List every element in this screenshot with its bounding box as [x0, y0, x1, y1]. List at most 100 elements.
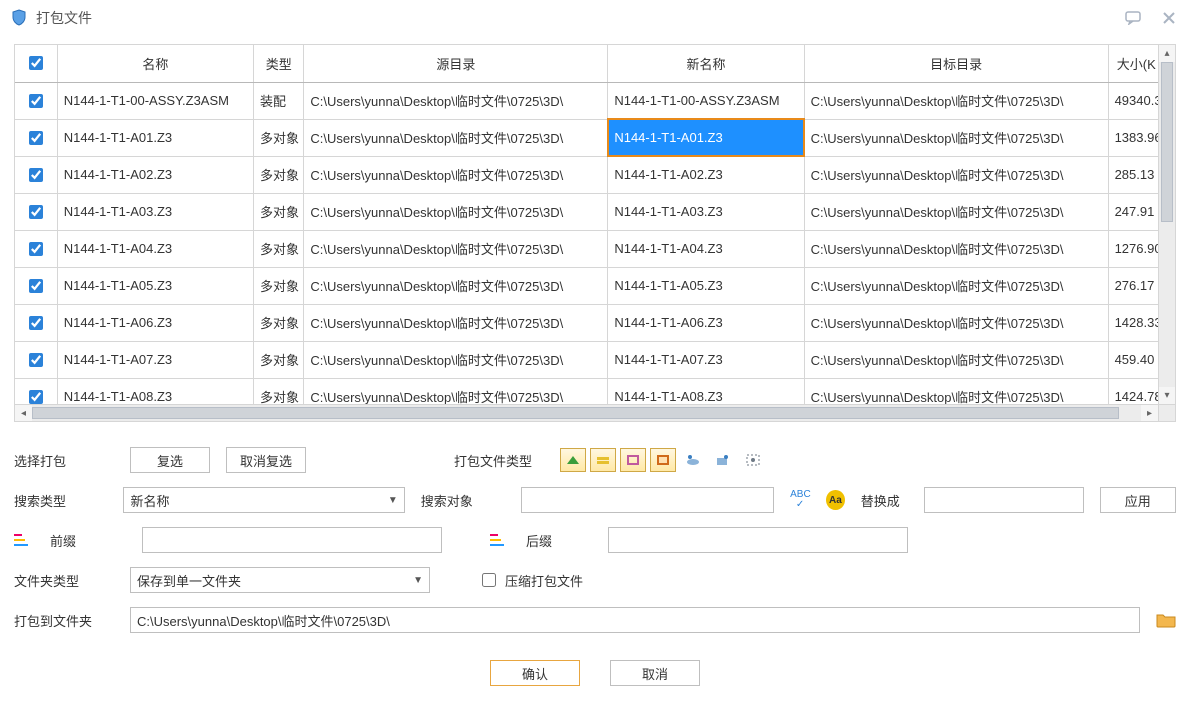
row-checkbox[interactable] — [29, 316, 43, 330]
cell-name[interactable]: N144-1-T1-A05.Z3 — [57, 267, 253, 304]
suffix-input[interactable] — [608, 527, 908, 553]
cell-type[interactable]: 多对象 — [254, 193, 304, 230]
cell-size[interactable]: 285.13 — [1108, 156, 1158, 193]
cell-dstdir[interactable]: C:\Users\yunna\Desktop\临时文件\0725\3D\ — [804, 304, 1108, 341]
cell-name[interactable]: N144-1-T1-A02.Z3 — [57, 156, 253, 193]
cell-newname[interactable]: N144-1-T1-A02.Z3 — [608, 156, 804, 193]
scroll-v-thumb[interactable] — [1161, 62, 1173, 222]
ok-button[interactable]: 确认 — [490, 660, 580, 686]
cell-srcdir[interactable]: C:\Users\yunna\Desktop\临时文件\0725\3D\ — [304, 230, 608, 267]
cell-size[interactable]: 247.91 — [1108, 193, 1158, 230]
vertical-scrollbar[interactable]: ▴ ▾ — [1158, 45, 1175, 404]
cell-type[interactable]: 多对象 — [254, 267, 304, 304]
cell-size[interactable]: 1276.90 — [1108, 230, 1158, 267]
row-checkbox[interactable] — [29, 94, 43, 108]
cell-type[interactable]: 多对象 — [254, 119, 304, 156]
cell-newname[interactable]: N144-1-T1-A06.Z3 — [608, 304, 804, 341]
cancel-reselect-button[interactable]: 取消复选 — [226, 447, 306, 473]
row-checkbox[interactable] — [29, 242, 43, 256]
reselect-button[interactable]: 复选 — [130, 447, 210, 473]
cell-dstdir[interactable]: C:\Users\yunna\Desktop\临时文件\0725\3D\ — [804, 378, 1108, 404]
cell-size[interactable]: 49340.3 — [1108, 82, 1158, 119]
replace-to-input[interactable] — [924, 487, 1084, 513]
row-checkbox[interactable] — [29, 131, 43, 145]
cell-name[interactable]: N144-1-T1-A08.Z3 — [57, 378, 253, 404]
cell-name[interactable]: N144-1-T1-A06.Z3 — [57, 304, 253, 341]
pack-type-4-icon[interactable] — [650, 448, 676, 472]
table-row[interactable]: N144-1-T1-A06.Z3多对象C:\Users\yunna\Deskto… — [15, 304, 1158, 341]
zip-checkbox[interactable] — [482, 573, 496, 587]
cell-dstdir[interactable]: C:\Users\yunna\Desktop\临时文件\0725\3D\ — [804, 193, 1108, 230]
col-header-srcdir[interactable]: 源目录 — [304, 45, 608, 82]
row-checkbox[interactable] — [29, 168, 43, 182]
prefix-input[interactable] — [142, 527, 442, 553]
cell-newname[interactable]: N144-1-T1-A04.Z3 — [608, 230, 804, 267]
row-checkbox-cell[interactable] — [15, 156, 57, 193]
search-obj-input[interactable] — [521, 487, 774, 513]
col-header-dstdir[interactable]: 目标目录 — [804, 45, 1108, 82]
apply-button[interactable]: 应用 — [1100, 487, 1176, 513]
cell-srcdir[interactable]: C:\Users\yunna\Desktop\临时文件\0725\3D\ — [304, 378, 608, 404]
cell-size[interactable]: 1383.96 — [1108, 119, 1158, 156]
scroll-right-icon[interactable]: ▸ — [1141, 405, 1158, 421]
table-row[interactable]: N144-1-T1-A08.Z3多对象C:\Users\yunna\Deskto… — [15, 378, 1158, 404]
cell-srcdir[interactable]: C:\Users\yunna\Desktop\临时文件\0725\3D\ — [304, 156, 608, 193]
zip-checkbox-row[interactable]: 压缩打包文件 — [478, 570, 583, 590]
pack-type-5-icon[interactable] — [680, 448, 706, 472]
table-row[interactable]: N144-1-T1-A05.Z3多对象C:\Users\yunna\Deskto… — [15, 267, 1158, 304]
col-header-size[interactable]: 大小(K — [1108, 45, 1158, 82]
match-whole-icon[interactable]: Aa — [826, 490, 845, 510]
header-checkbox-cell[interactable] — [15, 45, 57, 82]
scroll-v-track[interactable] — [1159, 62, 1175, 387]
scroll-up-icon[interactable]: ▴ — [1159, 45, 1175, 62]
cell-type[interactable]: 装配 — [254, 82, 304, 119]
pack-type-2-icon[interactable] — [590, 448, 616, 472]
scroll-down-icon[interactable]: ▾ — [1159, 387, 1175, 404]
table-row[interactable]: N144-1-T1-00-ASSY.Z3ASM装配C:\Users\yunna\… — [15, 82, 1158, 119]
cell-size[interactable]: 276.17 — [1108, 267, 1158, 304]
cell-type[interactable]: 多对象 — [254, 341, 304, 378]
cell-newname[interactable]: N144-1-T1-A07.Z3 — [608, 341, 804, 378]
col-header-name[interactable]: 名称 — [57, 45, 253, 82]
scroll-left-icon[interactable]: ◂ — [15, 405, 32, 421]
cell-dstdir[interactable]: C:\Users\yunna\Desktop\临时文件\0725\3D\ — [804, 156, 1108, 193]
cell-srcdir[interactable]: C:\Users\yunna\Desktop\临时文件\0725\3D\ — [304, 304, 608, 341]
folder-type-select[interactable]: 保存到单一文件夹 ▼ — [130, 567, 430, 593]
cell-dstdir[interactable]: C:\Users\yunna\Desktop\临时文件\0725\3D\ — [804, 82, 1108, 119]
scroll-h-thumb[interactable] — [32, 407, 1119, 419]
pack-type-3-icon[interactable] — [620, 448, 646, 472]
table-row[interactable]: N144-1-T1-A07.Z3多对象C:\Users\yunna\Deskto… — [15, 341, 1158, 378]
pack-type-1-icon[interactable] — [560, 448, 586, 472]
cell-newname[interactable]: N144-1-T1-A01.Z3 — [608, 119, 804, 156]
row-checkbox-cell[interactable] — [15, 193, 57, 230]
row-checkbox-cell[interactable] — [15, 341, 57, 378]
cell-size[interactable]: 459.40 — [1108, 341, 1158, 378]
cell-srcdir[interactable]: C:\Users\yunna\Desktop\临时文件\0725\3D\ — [304, 193, 608, 230]
cell-name[interactable]: N144-1-T1-A04.Z3 — [57, 230, 253, 267]
cell-srcdir[interactable]: C:\Users\yunna\Desktop\临时文件\0725\3D\ — [304, 82, 608, 119]
feedback-icon[interactable] — [1122, 9, 1144, 27]
cell-newname[interactable]: N144-1-T1-A03.Z3 — [608, 193, 804, 230]
pack-type-7-icon[interactable] — [740, 448, 766, 472]
cell-newname[interactable]: N144-1-T1-A05.Z3 — [608, 267, 804, 304]
cell-dstdir[interactable]: C:\Users\yunna\Desktop\临时文件\0725\3D\ — [804, 230, 1108, 267]
cell-name[interactable]: N144-1-T1-00-ASSY.Z3ASM — [57, 82, 253, 119]
cell-type[interactable]: 多对象 — [254, 304, 304, 341]
row-checkbox-cell[interactable] — [15, 119, 57, 156]
table-row[interactable]: N144-1-T1-A03.Z3多对象C:\Users\yunna\Deskto… — [15, 193, 1158, 230]
cell-size[interactable]: 1428.33 — [1108, 304, 1158, 341]
row-checkbox-cell[interactable] — [15, 230, 57, 267]
search-type-select[interactable]: 新名称 ▼ — [123, 487, 404, 513]
cell-dstdir[interactable]: C:\Users\yunna\Desktop\临时文件\0725\3D\ — [804, 119, 1108, 156]
table-row[interactable]: N144-1-T1-A02.Z3多对象C:\Users\yunna\Deskto… — [15, 156, 1158, 193]
col-header-type[interactable]: 类型 — [254, 45, 304, 82]
scroll-h-track[interactable] — [32, 405, 1141, 421]
cell-dstdir[interactable]: C:\Users\yunna\Desktop\临时文件\0725\3D\ — [804, 267, 1108, 304]
pack-type-6-icon[interactable] — [710, 448, 736, 472]
cell-size[interactable]: 1424.78 — [1108, 378, 1158, 404]
cell-type[interactable]: 多对象 — [254, 378, 304, 404]
row-checkbox-cell[interactable] — [15, 82, 57, 119]
horizontal-scrollbar[interactable]: ◂ ▸ — [15, 404, 1158, 421]
cell-name[interactable]: N144-1-T1-A01.Z3 — [57, 119, 253, 156]
browse-folder-icon[interactable] — [1156, 611, 1176, 629]
